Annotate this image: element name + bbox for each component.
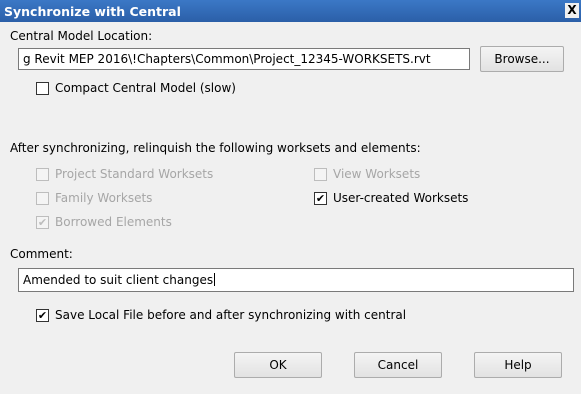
comment-value: Amended to suit client changes	[23, 273, 214, 287]
comment-label: Comment:	[10, 247, 73, 261]
title-bar: Synchronize with Central X	[0, 0, 581, 22]
compact-label: Compact Central Model (slow)	[55, 81, 236, 95]
borrowed-elements-label: Borrowed Elements	[55, 215, 172, 229]
view-worksets-label: View Worksets	[333, 167, 421, 181]
central-location-value: g Revit MEP 2016\!Chapters\Common\Projec…	[23, 52, 431, 66]
save-local-check-mark: ✔	[37, 309, 48, 322]
save-local-label: Save Local File before and after synchro…	[55, 308, 407, 322]
text-caret	[214, 273, 216, 286]
relinquish-heading: After synchronizing, relinquish the foll…	[10, 141, 421, 155]
borrowed-elements-checkbox[interactable]: ✔	[36, 216, 49, 229]
help-button[interactable]: Help	[474, 352, 562, 378]
view-worksets-checkbox[interactable]	[314, 168, 327, 181]
user-created-check-mark: ✔	[315, 192, 326, 205]
cancel-button[interactable]: Cancel	[354, 352, 442, 378]
browse-button[interactable]: Browse...	[480, 46, 564, 72]
central-location-label: Central Model Location:	[10, 29, 153, 43]
family-worksets-checkbox[interactable]	[36, 192, 49, 205]
save-local-checkbox[interactable]: ✔	[36, 309, 49, 322]
comment-input[interactable]: Amended to suit client changes	[18, 268, 574, 292]
family-worksets-label: Family Worksets	[55, 191, 153, 205]
ok-button[interactable]: OK	[234, 352, 322, 378]
compact-checkbox[interactable]	[36, 82, 49, 95]
project-standard-checkbox[interactable]	[36, 168, 49, 181]
dialog-title: Synchronize with Central	[4, 4, 181, 19]
close-button[interactable]: X	[565, 3, 579, 18]
central-location-field[interactable]: g Revit MEP 2016\!Chapters\Common\Projec…	[18, 48, 470, 70]
project-standard-label: Project Standard Worksets	[55, 167, 214, 181]
user-created-checkbox[interactable]: ✔	[314, 192, 327, 205]
user-created-label: User-created Worksets	[333, 191, 469, 205]
borrowed-check-mark: ✔	[37, 216, 48, 229]
